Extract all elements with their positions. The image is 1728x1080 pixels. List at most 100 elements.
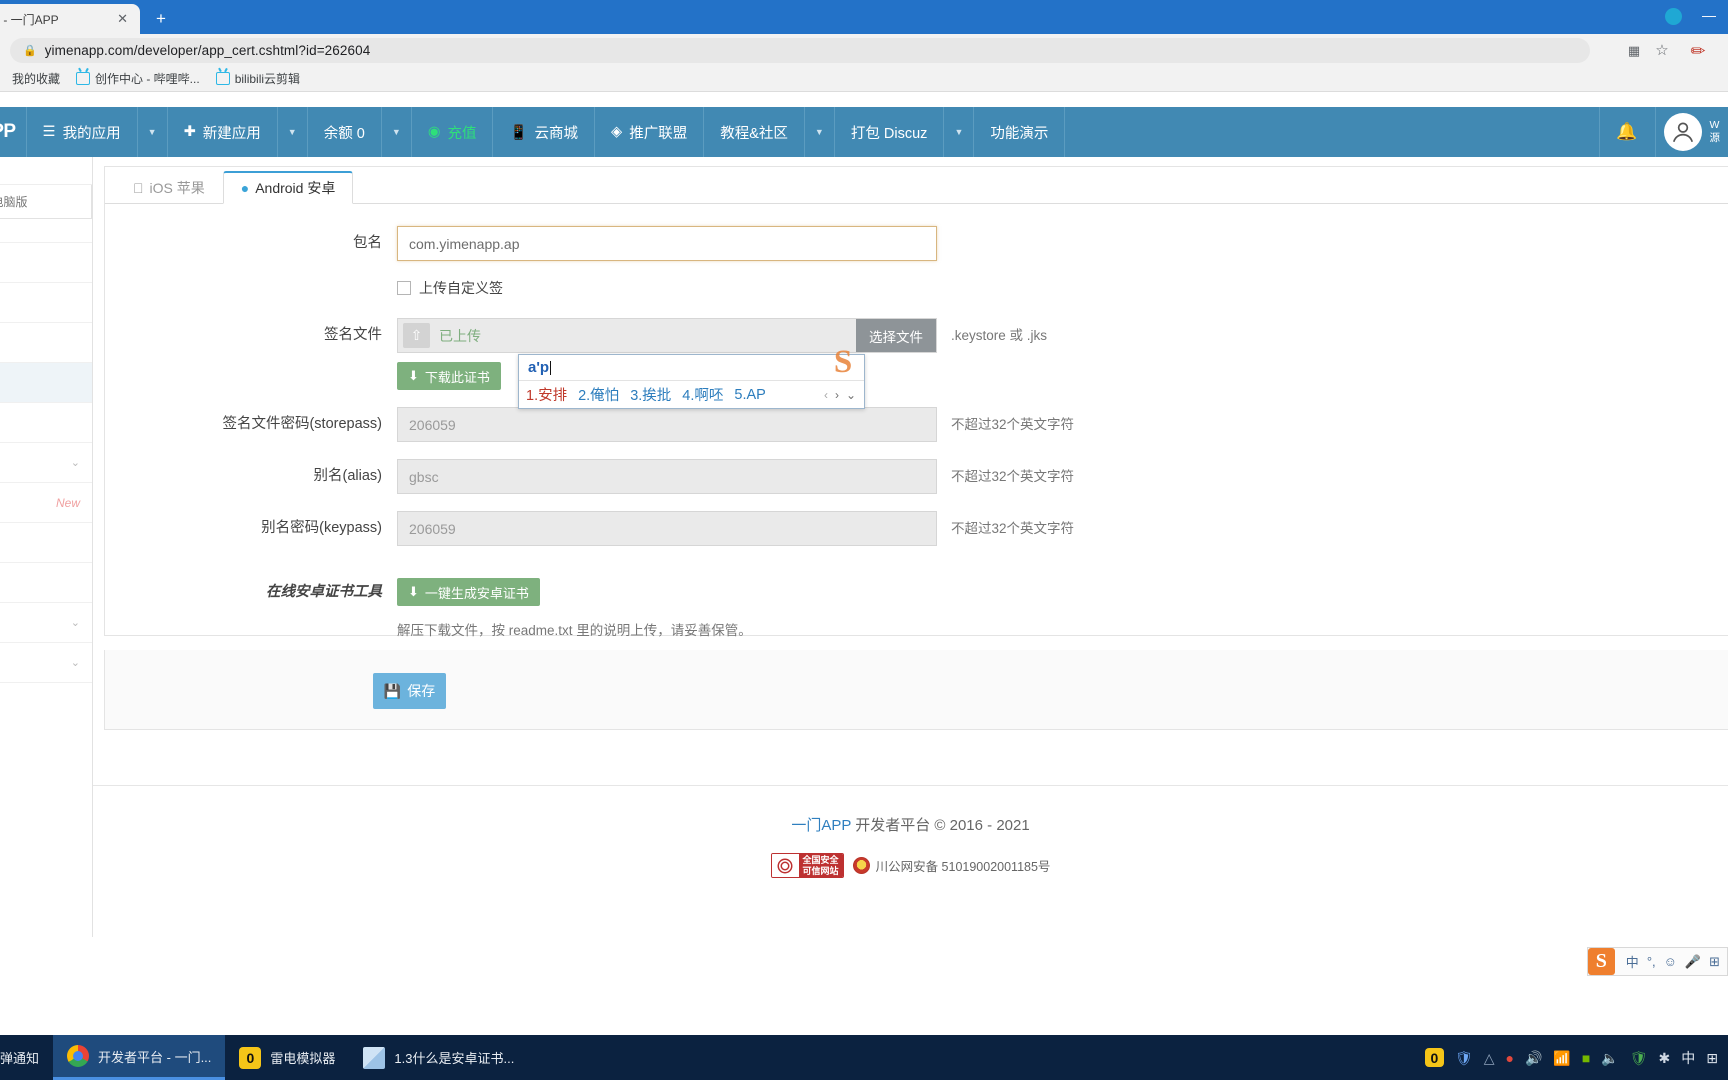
pen-icon[interactable]: ✏ [1688, 41, 1708, 61]
sidebar-item-service[interactable]: 服务（上架） [0, 563, 92, 603]
taskbar-item-label: 弹通知 [0, 1051, 40, 1066]
tab-label: iOS 苹果 [139, 179, 205, 196]
ime-candidate-2[interactable]: 2.俺怕 [578, 384, 619, 405]
sidebar: 哈 💻 电脑版 版 roid) 设置 设置 名 [0, 137, 93, 937]
alias-label: 别名(alias) [313, 468, 382, 484]
ime-pager: ‹ › ⌄ [824, 388, 864, 402]
security-icon[interactable]: 🛡 [1630, 1051, 1648, 1065]
cert-form: 包名 上传自定义签 签名文件 [105, 204, 1728, 639]
taskbar-item-document[interactable]: 1.3什么是安卓证书... [349, 1035, 528, 1080]
browser-tab[interactable]: 台 - 一门APP ✕ [0, 4, 140, 34]
download-icon: ⬇ [408, 584, 419, 599]
minimize-icon[interactable]: — [1698, 8, 1720, 26]
ime-candidate-1[interactable]: 1.安排 [526, 384, 567, 405]
sogou-lang-toggle[interactable]: 中 [1626, 952, 1639, 971]
download-icon: ⬇ [408, 368, 419, 383]
tray-ldplayer-icon[interactable] [1424, 1048, 1444, 1067]
sogou-punct-toggle[interactable]: °, [1647, 954, 1656, 969]
custom-sign-checkbox[interactable] [397, 281, 411, 295]
chevron-down-icon[interactable]: ⌄ [846, 388, 856, 402]
tab-ios[interactable]:  iOS 苹果 [115, 171, 223, 204]
bookmark-item[interactable]: 我的收藏 [4, 68, 68, 90]
trust-badge-text: 全国安全 可信网站 [798, 854, 843, 877]
browser-profile-icon[interactable] [1665, 8, 1682, 25]
tray-shield-icon[interactable]: 🛡 [1455, 1051, 1473, 1065]
bookmark-item[interactable]: bilibili云剪辑 [208, 68, 308, 90]
choose-file-button[interactable]: 选择文件 [856, 319, 936, 352]
cert-panel:  iOS 苹果 ● Android 安卓 包名 [104, 166, 1728, 639]
ime-candidate-row: 1.安排 2.俺怕 3.挨批 4.啊呸 5.AP ‹ › ⌄ [519, 381, 864, 408]
sidebar-item-collapse-1[interactable]: ⌄ [0, 603, 92, 643]
chevron-right-icon[interactable]: › [835, 388, 839, 402]
sidebar-item-signature[interactable]: 名 [0, 363, 92, 403]
sidebar-item-android-settings[interactable]: roid) 设置 [0, 283, 92, 323]
sidebar-item-new[interactable]: New [0, 483, 92, 523]
bookmark-star-icon[interactable]: ☆ [1652, 41, 1672, 61]
download-cert-button[interactable]: ⬇ 下载此证书 [397, 362, 501, 390]
storepass-label: 签名文件密码(storepass) [222, 416, 382, 432]
cert-tool-control: ⬇ 一键生成安卓证书 解压下载文件，按 readme.txt 里的说明上传，请妥… [397, 578, 937, 639]
storepass-hint: 不超过32个英文字符 [951, 417, 1075, 432]
tray-lang-icon[interactable]: 中 [1681, 1051, 1695, 1065]
brand-logo[interactable]: APP [0, 107, 26, 157]
keypass-hint: 不超过32个英文字符 [951, 521, 1075, 536]
browser-tab-strip: 台 - 一门APP ✕ + — [0, 0, 1728, 34]
alias-hint: 不超过32个英文字符 [951, 469, 1075, 484]
trust-badge-line-1: 全国安全 [802, 854, 839, 865]
tab-android[interactable]: ● Android 安卓 [222, 171, 354, 204]
save-button-label: 保存 [407, 683, 436, 699]
package-name-control [397, 226, 937, 261]
new-tab-button[interactable]: + [148, 8, 174, 30]
keypass-input[interactable] [397, 511, 937, 546]
trust-badge[interactable]: 全国安全 可信网站 [770, 853, 844, 878]
ime-candidate-4[interactable]: 4.啊呸 [682, 384, 723, 405]
qr-code-icon[interactable]: ▦ [1624, 41, 1644, 61]
copyright: 一门APP 开发者平台 © 2016 - 2021 [93, 814, 1728, 835]
sidebar-item-settings[interactable]: 设置 [0, 323, 92, 363]
bilibili-icon [215, 72, 230, 85]
icp-badge[interactable]: 川公网安备 51019002001185号 [852, 856, 1051, 875]
ime-pinyin-text: a'p [528, 359, 550, 376]
generate-cert-button[interactable]: ⬇ 一键生成安卓证书 [397, 578, 540, 606]
sidebar-item-version[interactable]: 版 [0, 243, 92, 283]
sidebar-item-collapse-2[interactable]: ⌄ [0, 643, 92, 683]
ime-candidate-3[interactable]: 3.挨批 [630, 384, 671, 405]
wifi-icon[interactable]: 📶 [1553, 1051, 1570, 1065]
close-icon[interactable]: ✕ [113, 11, 132, 27]
keyboard-icon[interactable]: ⊞ [1709, 954, 1720, 970]
sidebar-item-push[interactable]: 推送) ⌄ [0, 443, 92, 483]
ime-candidate-popup[interactable]: a'p 1.安排 2.俺怕 3.挨批 4.啊呸 5.AP ‹ › ⌄ S [518, 344, 865, 409]
icp-text: 川公网安备 51019002001185号 [875, 860, 1051, 874]
tray-keyboard-icon[interactable]: ⊞ [1706, 1051, 1718, 1065]
save-button[interactable]: 💾 保存 [373, 673, 446, 709]
cert-tool-label: 在线安卓证书工具 [266, 584, 382, 600]
tray-red-icon[interactable]: ● [1506, 1051, 1514, 1065]
package-name-input[interactable] [397, 226, 937, 261]
ime-candidate-5[interactable]: 5.AP [734, 387, 765, 403]
sidebar-tab-desktop[interactable]: 💻 电脑版 [0, 185, 92, 218]
speaker-icon[interactable]: 🔈 [1601, 1051, 1618, 1065]
nvidia-icon[interactable]: ■ [1582, 1051, 1590, 1065]
sogou-status-bar[interactable]: S 中 °, ☺ 🎤 ⊞ [1586, 947, 1728, 976]
taskbar-item-ldplayer[interactable]: 雷电模拟器 [225, 1035, 349, 1080]
storepass-input[interactable] [397, 407, 937, 442]
sogou-logo-icon[interactable]: S [1587, 948, 1615, 975]
bookmark-item[interactable]: 创作中心 - 哔哩哔... [68, 68, 208, 90]
police-seal-icon [852, 857, 870, 874]
microphone-icon[interactable]: 🎤 [1685, 954, 1701, 970]
taskbar-item-chrome[interactable]: 开发者平台 - 一门... [53, 1035, 226, 1080]
taskbar-item-notification[interactable]: 弹通知 [0, 1035, 53, 1080]
sidebar-item-spacer [0, 219, 92, 243]
alias-input[interactable] [397, 459, 937, 494]
footer-brand[interactable]: 一门APP [791, 817, 851, 834]
tab-label: Android 安卓 [244, 180, 335, 196]
sidebar-item-auth-cert[interactable]: 权证书 [0, 523, 92, 563]
star-icon[interactable]: ✱ [1659, 1051, 1671, 1065]
field-row-storepass: 签名文件密码(storepass) 不超过32个英文字符 [105, 407, 1728, 442]
tray-triangle-icon[interactable]: △ [1484, 1051, 1495, 1065]
volume-icon[interactable]: 🔊 [1525, 1051, 1542, 1065]
chevron-left-icon[interactable]: ‹ [824, 388, 828, 402]
generate-cert-label: 一键生成安卓证书 [424, 585, 529, 601]
address-bar[interactable]: 🔒 yimenapp.com/developer/app_cert.cshtml… [10, 38, 1590, 63]
emoji-icon[interactable]: ☺ [1664, 954, 1677, 969]
